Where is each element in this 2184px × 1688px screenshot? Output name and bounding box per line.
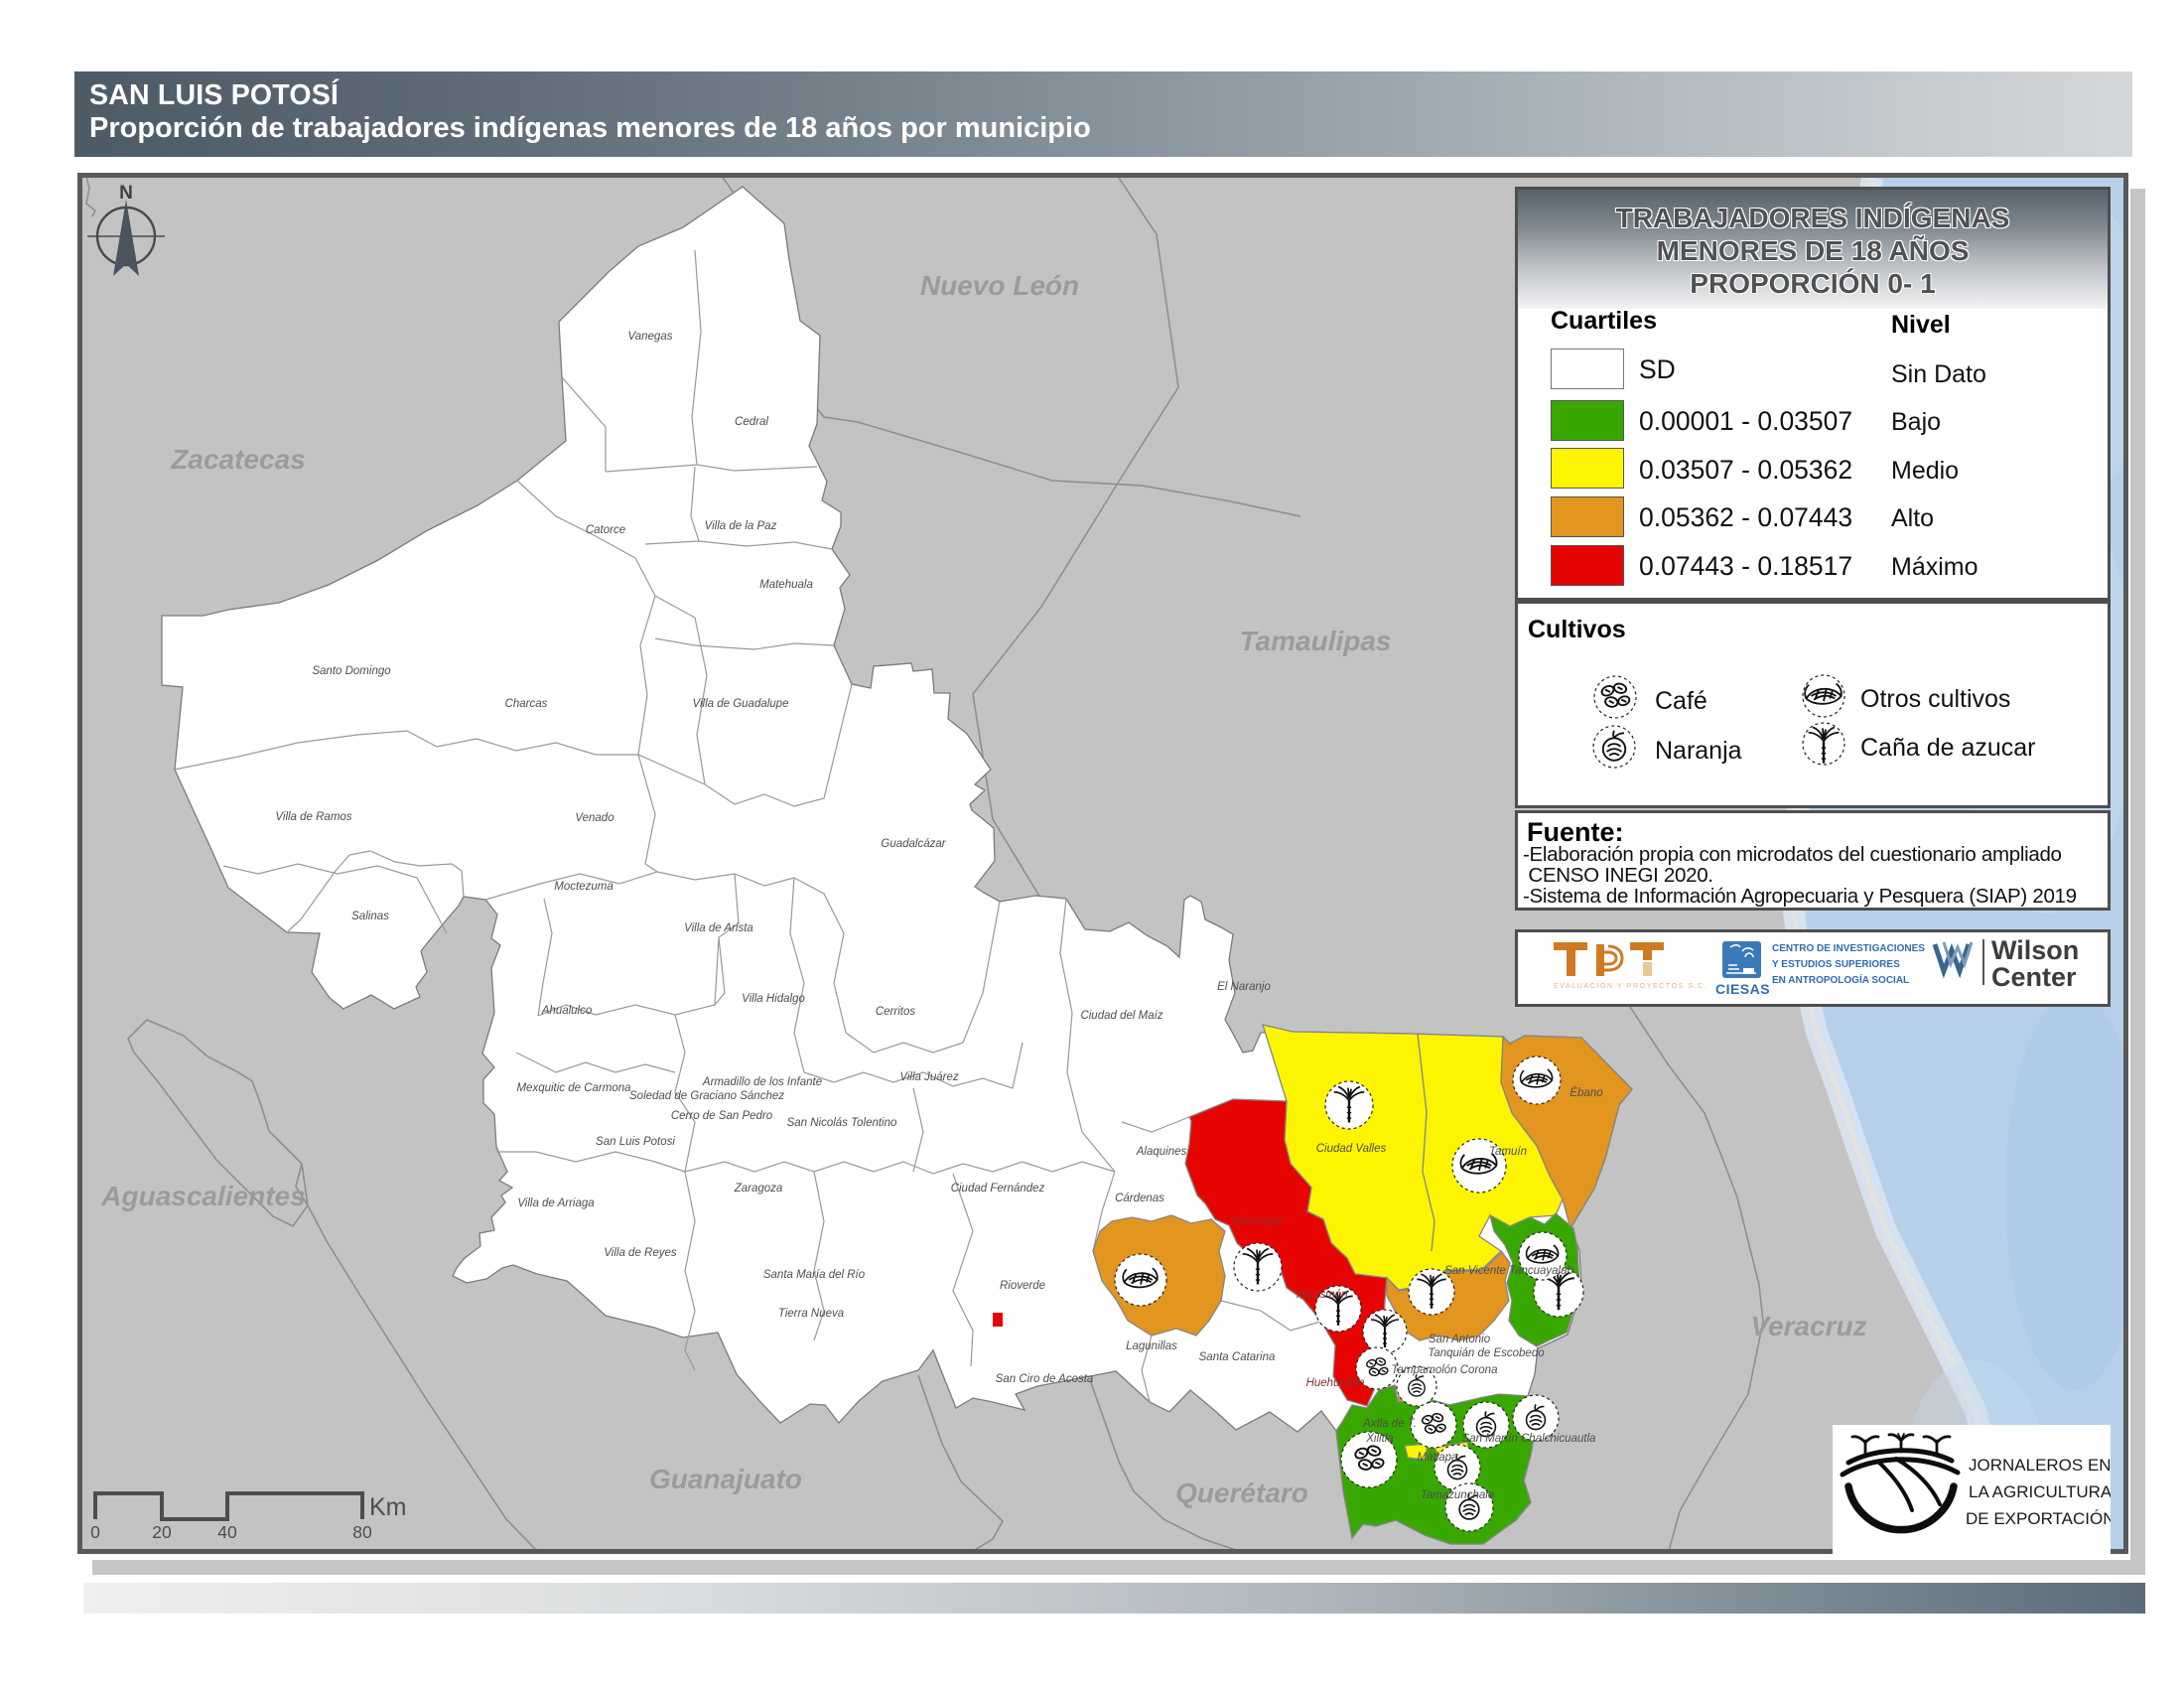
svg-text:San Ciro de Acosta: San Ciro de Acosta (996, 1373, 1094, 1385)
svg-text:20: 20 (152, 1522, 172, 1542)
svg-text:DE EXPORTACIÓN: DE EXPORTACIÓN (1966, 1509, 2111, 1528)
svg-text:Alaquines: Alaquines (1136, 1146, 1187, 1158)
svg-text:Tierra Nueva: Tierra Nueva (778, 1308, 844, 1320)
svg-text:EVALUACION Y PROYECTOS S.C.: EVALUACION Y PROYECTOS S.C. (1554, 983, 1708, 990)
svg-text:CENTRO DE INVESTIGACIONES: CENTRO DE INVESTIGACIONES (1772, 943, 1925, 954)
svg-text:Aguascalientes: Aguascalientes (100, 1181, 305, 1211)
svg-text:Cerro de San Pedro: Cerro de San Pedro (671, 1110, 773, 1122)
svg-text:Matehuala: Matehuala (759, 579, 813, 591)
svg-text:CIESAS: CIESAS (1715, 981, 1770, 997)
svg-text:Tamaulipas: Tamaulipas (1239, 626, 1391, 656)
svg-text:Salinas: Salinas (351, 911, 389, 922)
svg-text:San Vicente Tancuayalab: San Vicente Tancuayalab (1444, 1265, 1573, 1277)
svg-text:Y ESTUDIOS SUPERIORES: Y ESTUDIOS SUPERIORES (1772, 959, 1900, 970)
svg-text:Zacatecas: Zacatecas (170, 444, 305, 475)
svg-text:Matlapa: Matlapa (1418, 1452, 1458, 1464)
svg-text:Villa de la Paz: Villa de la Paz (705, 520, 777, 532)
svg-text:Armadillo de los Infante: Armadillo de los Infante (702, 1076, 822, 1088)
svg-text:Rioverde: Rioverde (1000, 1280, 1045, 1292)
svg-text:JORNALEROS EN: JORNALEROS EN (1969, 1456, 2111, 1475)
svg-text:Villa Hidalgo: Villa Hidalgo (742, 993, 805, 1005)
svg-text:Aquismón: Aquismón (1296, 1289, 1347, 1301)
svg-text:Soledad de Graciano Sánchez: Soledad de Graciano Sánchez (629, 1090, 784, 1102)
svg-text:Villa de Ramos: Villa de Ramos (275, 811, 351, 823)
svg-text:Tamasopo: Tamasopo (1229, 1215, 1283, 1227)
svg-text:Center: Center (1991, 962, 2077, 992)
svg-text:Vanegas: Vanegas (628, 331, 673, 343)
svg-text:0: 0 (90, 1522, 100, 1542)
svg-text:LA AGRICULTURA: LA AGRICULTURA (1969, 1482, 2111, 1501)
svg-text:Tamuín: Tamuín (1489, 1146, 1527, 1158)
svg-text:Villa de Reyes: Villa de Reyes (604, 1247, 677, 1259)
svg-text:Moctezuma: Moctezuma (554, 881, 613, 893)
svg-text:Nuevo León: Nuevo León (920, 270, 1079, 301)
svg-text:Santa María del Río: Santa María del Río (763, 1269, 866, 1281)
svg-text:Axtla de T.: Axtla de T. (1362, 1418, 1417, 1430)
svg-text:Zaragoza: Zaragoza (734, 1183, 783, 1195)
svg-text:40: 40 (217, 1522, 237, 1542)
svg-text:Catorce: Catorce (586, 524, 625, 536)
svg-text:Tamazunchale: Tamazunchale (1421, 1489, 1494, 1501)
svg-text:Ciudad Fernández: Ciudad Fernández (951, 1183, 1045, 1195)
svg-text:Villa de Arriaga: Villa de Arriaga (517, 1197, 594, 1209)
svg-text:San Antonio: San Antonio (1429, 1334, 1491, 1345)
svg-text:Ahualulco: Ahualulco (541, 1005, 593, 1017)
svg-text:San Nicolás Tolentino: San Nicolás Tolentino (787, 1117, 897, 1129)
svg-text:Cerritos: Cerritos (876, 1006, 916, 1018)
svg-text:Tanquián de Escobedo: Tanquián de Escobedo (1428, 1347, 1545, 1359)
svg-text:Lagunillas: Lagunillas (1126, 1340, 1177, 1352)
svg-text:Wilson: Wilson (1991, 935, 2079, 965)
svg-text:Mexquitic de Carmona: Mexquitic de Carmona (516, 1082, 630, 1094)
svg-text:El Naranjo: El Naranjo (1217, 981, 1271, 993)
svg-text:Venado: Venado (575, 812, 614, 824)
svg-text:Huehuetlán: Huehuetlán (1306, 1377, 1365, 1389)
svg-text:Villa de Guadalupe: Villa de Guadalupe (693, 698, 789, 710)
svg-text:80: 80 (352, 1522, 372, 1542)
svg-text:Cedral: Cedral (735, 416, 768, 428)
svg-text:Villa Juárez: Villa Juárez (899, 1071, 958, 1083)
svg-text:Veracruz: Veracruz (1750, 1311, 1866, 1341)
svg-text:Guanajuato: Guanajuato (649, 1464, 802, 1494)
svg-text:Ciudad Valles: Ciudad Valles (1316, 1143, 1387, 1155)
svg-text:Charcas: Charcas (505, 698, 548, 710)
svg-text:Ébano: Ébano (1570, 1086, 1603, 1099)
svg-text:Villa de Arista: Villa de Arista (684, 922, 753, 934)
svg-text:Santa Catarina: Santa Catarina (1199, 1351, 1276, 1363)
svg-text:Tampamolón Corona: Tampamolón Corona (1392, 1364, 1498, 1376)
svg-text:Xilitla: Xilitla (1365, 1433, 1393, 1445)
svg-text:EN ANTROPOLOGÍA SOCIAL: EN ANTROPOLOGÍA SOCIAL (1772, 973, 1909, 986)
svg-text:Km: Km (369, 1493, 407, 1521)
svg-text:Guadalcázar: Guadalcázar (881, 838, 946, 850)
svg-text:Santo Domingo: Santo Domingo (312, 665, 391, 677)
svg-text:Ciudad del Maíz: Ciudad del Maíz (1080, 1010, 1162, 1022)
svg-text:N: N (119, 183, 133, 204)
svg-text:San Martín Chalchicuautla: San Martín Chalchicuautla (1462, 1433, 1596, 1445)
svg-text:Querétaro: Querétaro (1175, 1477, 1308, 1508)
svg-text:San Luis Potosi: San Luis Potosi (596, 1136, 675, 1148)
svg-text:Cárdenas: Cárdenas (1115, 1193, 1164, 1204)
